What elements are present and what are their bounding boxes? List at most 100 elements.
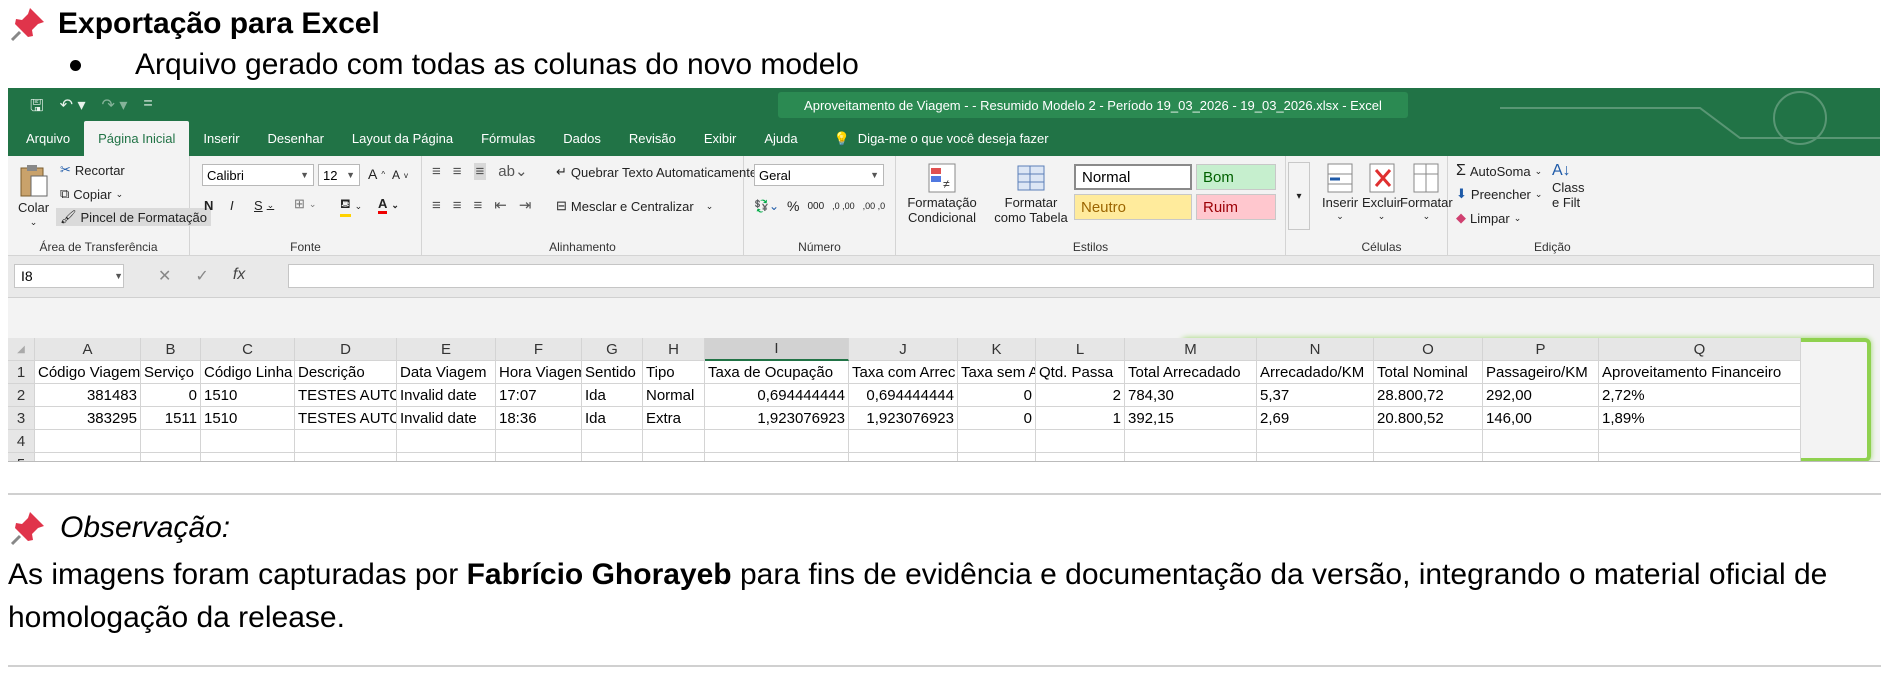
- menu-tab[interactable]: Revisão: [615, 121, 690, 156]
- tell-me-search[interactable]: 💡 Diga-me o que você deseja fazer: [812, 121, 1049, 156]
- menu-tab[interactable]: Layout da Página: [338, 121, 467, 156]
- header-cell[interactable]: Arrecadado/KM: [1257, 361, 1374, 384]
- align-top-icon[interactable]: ≡: [432, 163, 441, 180]
- empty-cell[interactable]: [1036, 430, 1125, 453]
- empty-cell[interactable]: [295, 430, 397, 453]
- empty-cell[interactable]: [705, 430, 849, 453]
- header-cell[interactable]: Data Viagem: [397, 361, 496, 384]
- header-cell[interactable]: Aproveitamento Financeiro: [1599, 361, 1801, 384]
- header-cell[interactable]: Serviço: [141, 361, 201, 384]
- empty-cell[interactable]: [141, 453, 201, 461]
- style-neutro[interactable]: Neutro: [1074, 194, 1192, 220]
- data-cell[interactable]: 146,00: [1483, 407, 1599, 430]
- header-cell[interactable]: Total Nominal: [1374, 361, 1483, 384]
- underline-button[interactable]: S ⌄: [254, 198, 274, 213]
- merge-center-button[interactable]: ⊟ Mesclar e Centralizar ⌄: [556, 198, 713, 214]
- conditional-format-button[interactable]: ≠ Formatação Condicional: [902, 162, 982, 225]
- column-header-b[interactable]: B: [141, 338, 201, 361]
- header-cell[interactable]: Passageiro/KM: [1483, 361, 1599, 384]
- row-number[interactable]: 3: [8, 407, 35, 430]
- data-cell[interactable]: 0,694444444: [849, 384, 958, 407]
- empty-cell[interactable]: [201, 430, 295, 453]
- data-cell[interactable]: 17:07: [496, 384, 582, 407]
- format-as-table-button[interactable]: Formatar como Tabela: [988, 162, 1074, 225]
- column-header-o[interactable]: O: [1374, 338, 1483, 361]
- empty-cell[interactable]: [496, 430, 582, 453]
- data-cell[interactable]: Invalid date: [397, 407, 496, 430]
- data-cell[interactable]: 5,37: [1257, 384, 1374, 407]
- empty-cell[interactable]: [397, 430, 496, 453]
- data-cell[interactable]: 0: [958, 407, 1036, 430]
- sort-filter-button[interactable]: A↓ Class e Filt: [1552, 162, 1586, 210]
- column-header-q[interactable]: Q: [1599, 338, 1801, 361]
- empty-cell[interactable]: [958, 430, 1036, 453]
- menu-tab[interactable]: Arquivo: [12, 121, 84, 156]
- italic-button[interactable]: I: [230, 198, 234, 213]
- empty-cell[interactable]: [849, 430, 958, 453]
- column-header-i[interactable]: I: [705, 338, 849, 361]
- menu-tab[interactable]: Desenhar: [254, 121, 338, 156]
- data-cell[interactable]: 2: [1036, 384, 1125, 407]
- row-number[interactable]: 1: [8, 361, 35, 384]
- formula-input[interactable]: [288, 264, 1874, 288]
- empty-cell[interactable]: [582, 430, 643, 453]
- style-bom[interactable]: Bom: [1196, 164, 1276, 190]
- style-ruim[interactable]: Ruim: [1196, 194, 1276, 220]
- data-cell[interactable]: TESTES AUTON: [295, 407, 397, 430]
- data-cell[interactable]: Ida: [582, 384, 643, 407]
- data-cell[interactable]: 292,00: [1483, 384, 1599, 407]
- column-header-h[interactable]: H: [643, 338, 705, 361]
- borders-button[interactable]: ⊞ ⌄: [294, 196, 316, 212]
- empty-cell[interactable]: [1483, 453, 1599, 461]
- data-cell[interactable]: 784,30: [1125, 384, 1257, 407]
- data-cell[interactable]: 381483: [35, 384, 141, 407]
- save-icon[interactable]: 🖫: [30, 95, 44, 122]
- vertical-align-buttons[interactable]: ≡ ≡ ≡ ab⌄: [432, 162, 528, 180]
- name-box[interactable]: I8 ▼: [14, 264, 124, 288]
- data-cell[interactable]: 1510: [201, 384, 295, 407]
- header-cell[interactable]: Total Arrecadado: [1125, 361, 1257, 384]
- data-cell[interactable]: 0: [958, 384, 1036, 407]
- data-cell[interactable]: 1510: [201, 407, 295, 430]
- empty-cell[interactable]: [849, 453, 958, 461]
- data-cell[interactable]: TESTES AUTON: [295, 384, 397, 407]
- styles-more-button[interactable]: ▾: [1288, 162, 1310, 230]
- align-right-icon[interactable]: ≡: [474, 197, 483, 214]
- empty-cell[interactable]: [496, 453, 582, 461]
- header-cell[interactable]: Taxa com Arrec: [849, 361, 958, 384]
- data-cell[interactable]: 0,694444444: [705, 384, 849, 407]
- empty-cell[interactable]: [1483, 430, 1599, 453]
- column-header-n[interactable]: N: [1257, 338, 1374, 361]
- redo-icon[interactable]: ↷ ▾: [102, 95, 128, 122]
- empty-cell[interactable]: [705, 453, 849, 461]
- font-color-button[interactable]: A ⌄: [378, 196, 399, 214]
- empty-cell[interactable]: [1374, 430, 1483, 453]
- empty-cell[interactable]: [643, 453, 705, 461]
- header-cell[interactable]: Código Viagem: [35, 361, 141, 384]
- cancel-icon[interactable]: ✕: [158, 266, 171, 286]
- column-header-c[interactable]: C: [201, 338, 295, 361]
- fill-button[interactable]: ⬇ Preencher ⌄: [1456, 186, 1542, 202]
- data-cell[interactable]: 20.800,52: [1374, 407, 1483, 430]
- empty-cell[interactable]: [958, 453, 1036, 461]
- clear-button[interactable]: ◆ Limpar ⌄: [1456, 210, 1521, 226]
- empty-cell[interactable]: [1125, 430, 1257, 453]
- increase-decimal-button[interactable]: ,0 ,00: [832, 201, 855, 211]
- empty-cell[interactable]: [35, 453, 141, 461]
- empty-cell[interactable]: [1125, 453, 1257, 461]
- empty-cell[interactable]: [582, 453, 643, 461]
- column-header-k[interactable]: K: [958, 338, 1036, 361]
- data-cell[interactable]: Normal: [643, 384, 705, 407]
- column-header-d[interactable]: D: [295, 338, 397, 361]
- header-cell[interactable]: Qtd. Passa: [1036, 361, 1125, 384]
- empty-cell[interactable]: [1374, 453, 1483, 461]
- font-name-select[interactable]: Calibri ▼: [202, 164, 314, 186]
- shrink-font-button[interactable]: Av: [392, 168, 408, 182]
- data-cell[interactable]: Extra: [643, 407, 705, 430]
- menu-tab[interactable]: Dados: [549, 121, 615, 156]
- data-cell[interactable]: 383295: [35, 407, 141, 430]
- header-cell[interactable]: Taxa sem A: [958, 361, 1036, 384]
- style-normal[interactable]: Normal: [1074, 164, 1192, 190]
- percent-button[interactable]: %: [787, 198, 799, 214]
- empty-cell[interactable]: [397, 453, 496, 461]
